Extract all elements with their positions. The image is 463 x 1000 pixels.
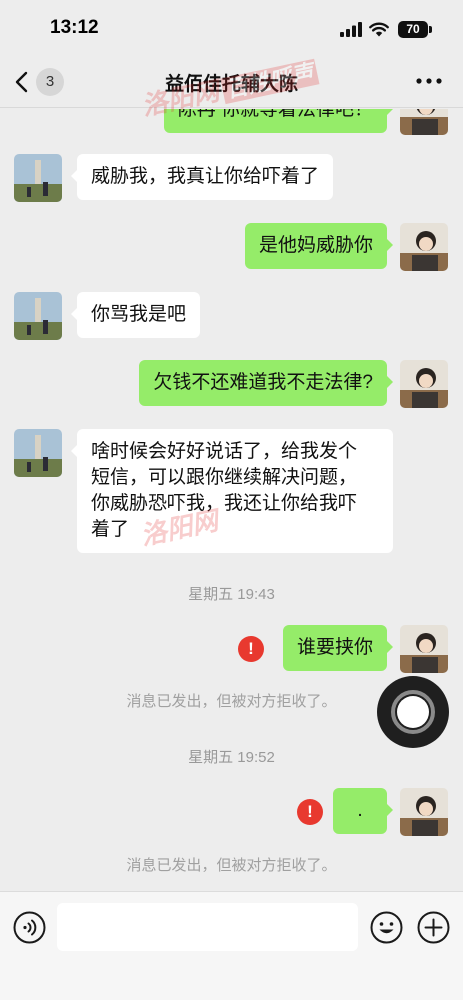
message-text: 谁要挟你 [296, 637, 373, 658]
message-text: 是他妈威胁你 [258, 235, 373, 256]
message-incoming: 你骂我是吧 [0, 292, 463, 340]
error-icon[interactable]: ! [297, 799, 323, 825]
avatar-photo [14, 429, 62, 477]
contact-avatar[interactable] [14, 154, 62, 202]
self-avatar[interactable] [400, 360, 448, 408]
avatar-photo [400, 788, 448, 836]
more-dots-icon[interactable] [414, 74, 444, 88]
timestamp: 星期五 19:52 [188, 749, 275, 766]
avatar-photo [400, 625, 448, 673]
message-text: 你骂我是吧 [91, 304, 187, 325]
message-incoming: 威胁我，我真让你给吓着了 [0, 154, 463, 202]
self-avatar[interactable] [400, 625, 448, 673]
self-avatar[interactable] [400, 223, 448, 271]
contact-avatar[interactable] [14, 292, 62, 340]
contact-avatar[interactable] [14, 429, 62, 477]
message-text: 欠钱不还难道我不走法律? [153, 372, 373, 393]
message-bubble[interactable]: 欠钱不还难道我不走法律? [139, 360, 393, 406]
message-text-line: 短信，可以跟你继续解决问题， [91, 467, 358, 488]
message-outgoing: 欠钱不还难道我不走法律? [0, 360, 463, 408]
system-note: 消息已发出，但被对方拒收了。 [126, 857, 337, 874]
message-bubble[interactable]: . [333, 788, 393, 834]
message-text: 陈冉 你就等着法律吧！ [177, 109, 373, 120]
emoji-icon[interactable] [370, 911, 403, 944]
status-time: 13:12 [50, 17, 99, 38]
message-text: 威胁我，我真让你给吓着了 [91, 166, 320, 187]
assistive-touch-core [397, 696, 429, 728]
message-bubble[interactable]: 啥时候会好好说话了，给我发个 短信，可以跟你继续解决问题， 你威胁恐吓我，我还让… [71, 429, 393, 553]
wifi-icon [369, 22, 389, 37]
message-text: . [357, 800, 363, 821]
message-outgoing: 陈冉 你就等着法律吧！ [0, 109, 463, 135]
avatar-photo [400, 109, 448, 135]
message-bubble[interactable]: 谁要挟你 [282, 625, 394, 671]
input-bar [0, 891, 463, 1000]
message-text-line: 着了 [91, 519, 130, 540]
battery-indicator: 70 [398, 21, 428, 38]
assistive-touch-button[interactable] [377, 676, 449, 748]
error-icon[interactable]: ! [238, 636, 264, 662]
message-text-line: 你威胁恐吓我，我还让你给我吓 [91, 493, 358, 514]
avatar-photo [400, 223, 448, 271]
message-bubble[interactable]: 是他妈威胁你 [244, 223, 394, 269]
plus-icon[interactable] [417, 911, 450, 944]
chat-message-list[interactable]: 陈冉 你就等着法律吧！ 威胁我，我真让你给吓着了 是他妈威胁你 你骂我是吧 欠钱… [0, 109, 463, 891]
message-text-line: 啥时候会好好说话了，给我发个 [91, 441, 358, 462]
avatar-photo [14, 154, 62, 202]
status-bar: 13:12 70 [0, 0, 463, 56]
message-bubble[interactable]: 陈冉 你就等着法律吧！ [163, 109, 394, 133]
voice-icon[interactable] [13, 911, 46, 944]
signal-icon [340, 22, 362, 37]
message-bubble[interactable]: 威胁我，我真让你给吓着了 [70, 154, 334, 200]
message-incoming: 啥时候会好好说话了，给我发个 短信，可以跟你继续解决问题， 你威胁恐吓我，我还让… [0, 429, 463, 553]
message-input[interactable] [57, 903, 358, 951]
battery-tip [429, 26, 432, 33]
message-outgoing: 是他妈威胁你 [0, 223, 463, 271]
self-avatar[interactable] [400, 109, 448, 135]
message-outgoing: ! . [0, 788, 463, 836]
message-outgoing: ! 谁要挟你 [0, 625, 463, 673]
timestamp: 星期五 19:43 [188, 586, 275, 603]
self-avatar[interactable] [400, 788, 448, 836]
avatar-photo [400, 360, 448, 408]
avatar-photo [14, 292, 62, 340]
message-bubble[interactable]: 你骂我是吧 [70, 292, 201, 338]
